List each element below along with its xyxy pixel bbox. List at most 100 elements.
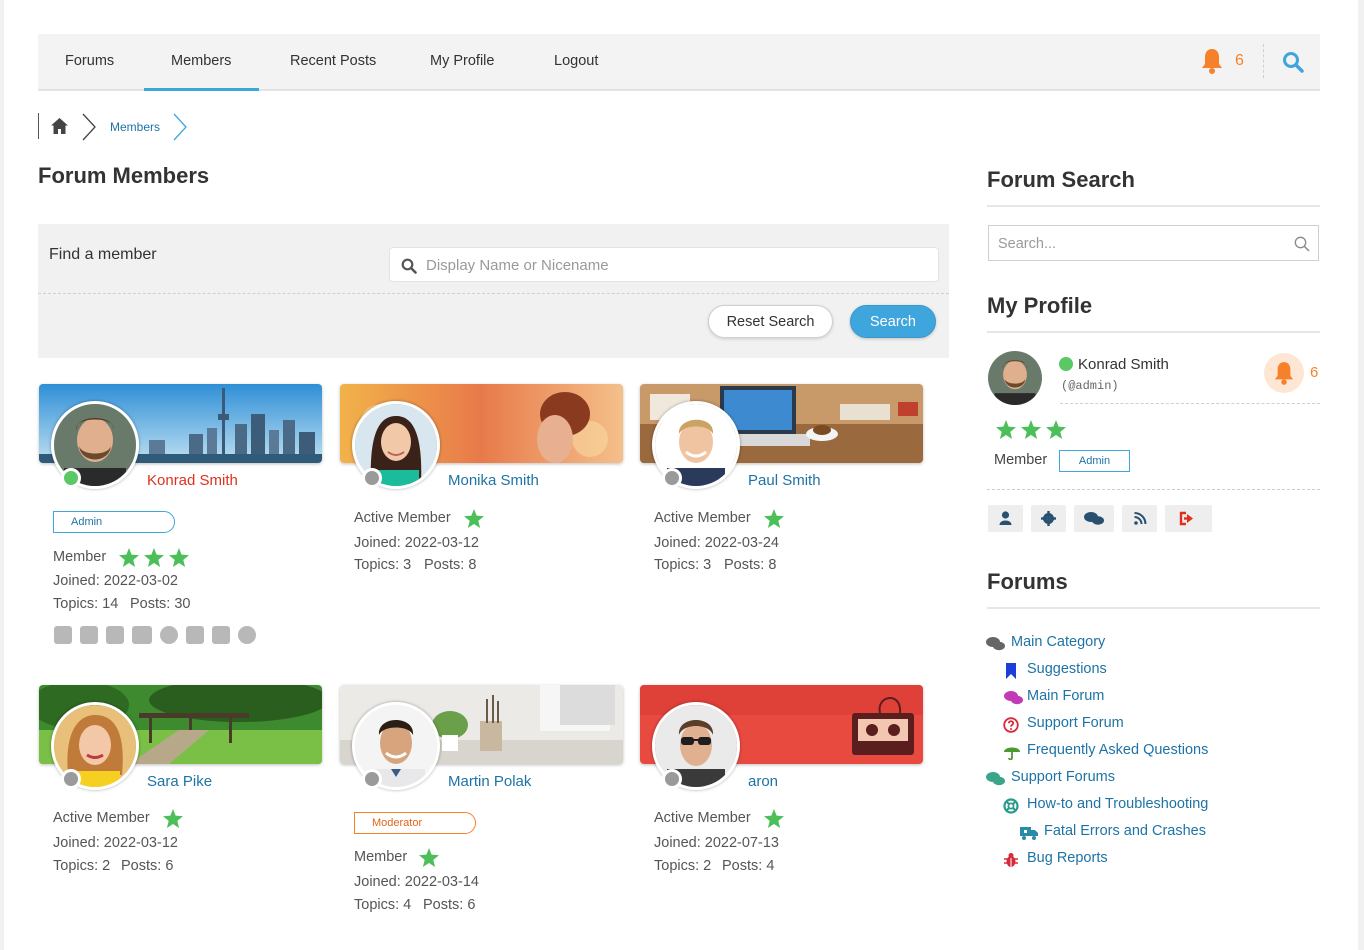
member-role: Active Member — [654, 510, 751, 526]
member-role: Member — [354, 849, 408, 865]
my-profile-heading: My Profile — [987, 293, 1093, 318]
instagram-icon[interactable] — [80, 626, 98, 644]
star-icon — [144, 548, 164, 567]
posts-count: Posts: 4 — [722, 858, 775, 874]
role-badge: Admin — [53, 511, 175, 533]
rss-icon[interactable] — [1122, 505, 1157, 532]
gear-icon[interactable] — [1031, 505, 1066, 532]
nav-recent-posts[interactable]: Recent Posts — [290, 34, 376, 91]
divider — [987, 607, 1320, 609]
offline-status-indicator — [362, 468, 382, 488]
member-card: Martin Polak Moderator Member Joined: 20… — [340, 685, 623, 925]
divider — [987, 489, 1320, 490]
notification-count[interactable]: 6 — [1235, 52, 1244, 70]
member-role: Active Member — [53, 810, 150, 826]
member-name[interactable]: Konrad Smith — [147, 472, 238, 489]
offline-status-indicator — [362, 769, 382, 789]
member-role: Active Member — [354, 510, 451, 526]
breadcrumb-members[interactable]: Members — [110, 120, 160, 134]
home-icon[interactable] — [50, 117, 69, 135]
search-icon[interactable] — [1282, 51, 1304, 73]
profile-toolbar — [988, 505, 1212, 532]
nav-separator — [1263, 44, 1264, 78]
user-icon[interactable] — [988, 505, 1023, 532]
forums-heading: Forums — [987, 569, 1068, 594]
nav-forums[interactable]: Forums — [65, 34, 114, 91]
bell-icon[interactable] — [1201, 48, 1223, 74]
forum-search-field[interactable] — [988, 225, 1319, 261]
member-name[interactable]: Monika Smith — [448, 472, 539, 489]
linkedin-icon[interactable] — [54, 626, 72, 644]
rating-stars — [163, 809, 183, 828]
nav-my-profile[interactable]: My Profile — [430, 34, 494, 91]
joined-date: Joined: 2022-03-12 — [53, 835, 178, 851]
online-status-indicator — [1059, 357, 1073, 371]
forum-search-input[interactable] — [998, 234, 1278, 254]
page-title: Forum Members — [38, 163, 210, 188]
profile-handle: (@admin) — [1061, 379, 1119, 393]
page-right-border — [1358, 0, 1364, 950]
star-icon — [163, 809, 183, 828]
member-name[interactable]: Sara Pike — [147, 773, 212, 790]
member-search-field[interactable] — [389, 247, 939, 282]
member-search-input[interactable] — [426, 254, 926, 276]
youtube-icon[interactable] — [132, 626, 152, 644]
star-icon — [119, 548, 139, 567]
profile-notifications[interactable] — [1264, 353, 1304, 393]
notification-count[interactable]: 6 — [1310, 364, 1318, 381]
nav-logout[interactable]: Logout — [554, 34, 598, 91]
offline-status-indicator — [662, 468, 682, 488]
joined-date: Joined: 2022-07-13 — [654, 835, 779, 851]
find-member-label: Find a member — [49, 246, 157, 263]
breadcrumb-start — [38, 113, 39, 139]
member-card: aron Active Member Joined: 2022-07-13 To… — [640, 685, 923, 885]
online-status-indicator — [61, 468, 81, 488]
member-search-panel: Find a member Reset Search Search — [38, 224, 949, 358]
avatar[interactable] — [988, 351, 1042, 405]
search-icon[interactable] — [1294, 236, 1310, 252]
offline-status-indicator — [662, 769, 682, 789]
vk-icon[interactable] — [106, 626, 124, 644]
role-badge: Moderator — [354, 812, 476, 834]
breadcrumb-separator-icon — [82, 113, 96, 141]
posts-count: Posts: 30 — [130, 596, 191, 612]
sign-out-icon[interactable] — [1165, 505, 1212, 532]
topics-count: Topics: 4 — [354, 897, 412, 913]
rating-stars — [119, 548, 189, 567]
comments-icon — [986, 637, 1005, 651]
profile-role: Member — [994, 452, 1048, 468]
star-icon — [464, 509, 484, 528]
rating-stars — [996, 420, 1066, 439]
member-name[interactable]: Paul Smith — [748, 472, 821, 489]
twitter-icon[interactable] — [212, 626, 230, 644]
member-name[interactable]: aron — [748, 773, 778, 790]
forum-search-heading: Forum Search — [987, 167, 1135, 192]
skype-icon[interactable] — [238, 626, 256, 644]
top-nav: Forums Members Recent Posts My Profile L… — [38, 34, 1320, 91]
member-card: Paul Smith Active Member Joined: 2022-03… — [640, 384, 923, 584]
joined-date: Joined: 2022-03-14 — [354, 874, 479, 890]
divider — [987, 331, 1320, 333]
profile-name[interactable]: Konrad Smith — [1078, 356, 1169, 373]
search-button[interactable]: Search — [850, 305, 936, 338]
comments-icon[interactable] — [1074, 505, 1114, 532]
search-icon — [401, 258, 417, 274]
telegram-icon[interactable] — [160, 626, 178, 644]
star-icon — [1021, 420, 1041, 439]
comments-icon — [1004, 691, 1023, 705]
posts-count: Posts: 8 — [724, 557, 777, 573]
member-role: Active Member — [654, 810, 751, 826]
joined-date: Joined: 2022-03-02 — [53, 573, 178, 589]
member-name[interactable]: Martin Polak — [448, 773, 531, 790]
reset-search-button[interactable]: Reset Search — [708, 305, 833, 338]
facebook-icon[interactable] — [186, 626, 204, 644]
bell-icon — [1274, 362, 1294, 385]
rating-stars — [464, 509, 484, 528]
nav-members[interactable]: Members — [144, 34, 259, 91]
question-circle-icon — [1003, 717, 1019, 733]
topics-count: Topics: 2 — [53, 858, 111, 874]
bookmark-icon — [1006, 663, 1016, 679]
star-icon — [169, 548, 189, 567]
star-icon — [1046, 420, 1066, 439]
joined-date: Joined: 2022-03-24 — [654, 535, 779, 551]
